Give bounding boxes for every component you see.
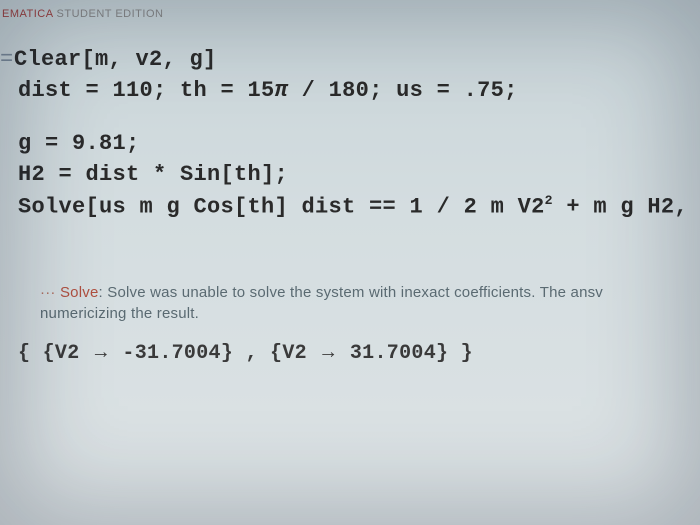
output-cell: { {V2 → -31.7004} , {V2 → 31.7004} } [0, 324, 700, 365]
code-line-3[interactable]: g = 9.81; [0, 128, 700, 159]
output-text: { {V2 [18, 342, 92, 365]
cell-gap [0, 222, 700, 282]
input-cell[interactable]: =Clear[m, v2, g] dist = 110; th = 15π / … [0, 26, 700, 222]
edition-label: STUDENT EDITION [57, 8, 164, 20]
code-line-1[interactable]: =Clear[m, v2, g] [0, 44, 700, 75]
blank-line [0, 106, 700, 128]
mathematica-notebook-screen: EMATICA STUDENT EDITION =Clear[m, v2, g]… [0, 0, 700, 525]
code-text: / 180; us = .75; [288, 78, 518, 103]
code-text: + m g H2, [553, 194, 700, 219]
code-text: H2 = dist * Sin[th]; [18, 162, 288, 187]
rule-arrow-icon: → [319, 342, 337, 365]
input-prompt: = [0, 47, 14, 72]
warning-line-1: ··· Solve: Solve was unable to solve the… [0, 282, 700, 303]
brand-label: EMATICA [2, 8, 53, 20]
message-sep: : [99, 284, 108, 301]
window-titlebar: EMATICA STUDENT EDITION [0, 8, 700, 26]
code-text: Clear[m, v2, g] [14, 47, 217, 72]
output-text: 31.7004} } [338, 342, 473, 365]
exponent: 2 [545, 193, 553, 208]
output-text: -31.7004} , {V2 [110, 342, 319, 365]
code-text: g = 9.81; [18, 131, 140, 156]
code-line-4[interactable]: H2 = dist * Sin[th]; [0, 159, 700, 190]
message-function: Solve [60, 284, 99, 301]
code-line-5[interactable]: Solve[us m g Cos[th] dist == 1 / 2 m V22… [0, 190, 700, 222]
code-line-2[interactable]: dist = 110; th = 15π / 180; us = .75; [0, 75, 700, 106]
message-text: Solve was unable to solve the system wit… [107, 284, 603, 301]
message-text: numericizing the result. [40, 305, 199, 322]
pi-symbol: π [275, 78, 289, 103]
warning-line-2: numericizing the result. [0, 303, 700, 324]
code-text: dist = 110; th = 15 [18, 78, 275, 103]
code-text: Solve[us m g Cos[th] dist == 1 / 2 m V2 [18, 194, 545, 219]
message-dots-icon: ··· [40, 284, 56, 301]
rule-arrow-icon: → [92, 342, 110, 365]
message-cell: ··· Solve: Solve was unable to solve the… [0, 282, 700, 324]
